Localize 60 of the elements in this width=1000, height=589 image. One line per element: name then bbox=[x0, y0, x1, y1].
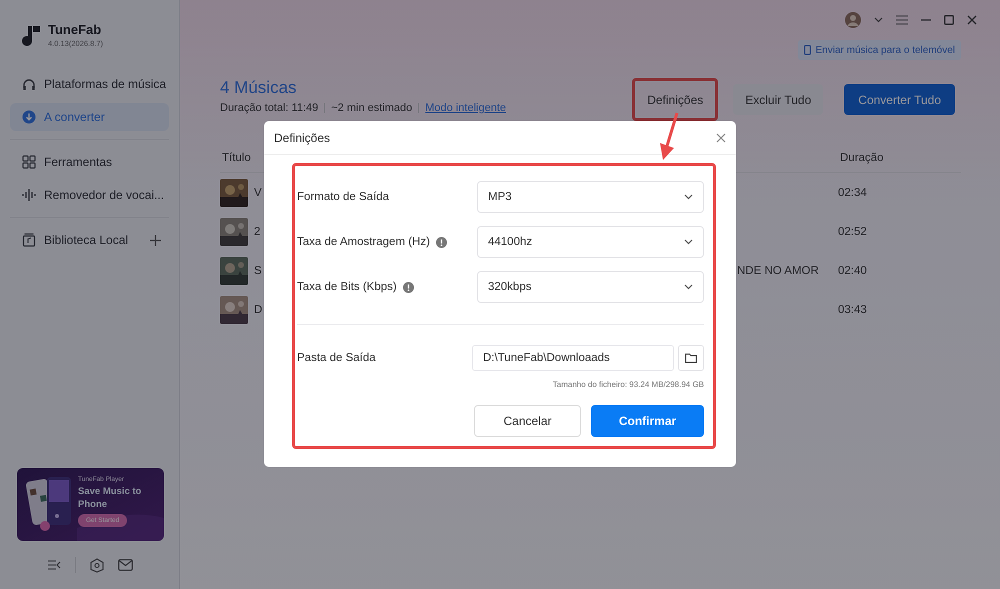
headphones-icon bbox=[22, 77, 36, 91]
collapse-icon[interactable] bbox=[46, 559, 60, 571]
field-label: Pasta de Saída bbox=[297, 352, 376, 364]
promo-headline: Save Music to Phone bbox=[78, 485, 142, 511]
track-title: V bbox=[254, 186, 262, 198]
chevron-down-icon bbox=[684, 284, 693, 290]
dropdown[interactable]: 320kbps bbox=[477, 271, 704, 303]
chevron-down-icon[interactable] bbox=[874, 17, 883, 23]
folder-path-field[interactable]: D:\TuneFab\Downloaads bbox=[472, 345, 674, 371]
mail-icon[interactable] bbox=[118, 559, 132, 571]
download-icon bbox=[22, 110, 36, 124]
track-duration: 02:40 bbox=[838, 264, 867, 276]
field-label: Taxa de Amostragem (Hz) bbox=[297, 236, 430, 248]
cancel-button[interactable]: Cancelar bbox=[474, 405, 581, 437]
dropdown[interactable]: MP3 bbox=[477, 181, 704, 213]
chevron-down-icon bbox=[684, 239, 693, 245]
sidebar-item[interactable]: Plataformas de música bbox=[10, 70, 169, 98]
send-to-phone-link[interactable]: Enviar música para o telemóvel bbox=[798, 40, 961, 60]
phone-icon bbox=[804, 45, 812, 55]
menu-icon[interactable] bbox=[896, 15, 908, 25]
column-header: Duração bbox=[840, 152, 884, 164]
total-duration: Duração total: 11:49 bbox=[220, 102, 318, 114]
close-icon[interactable] bbox=[716, 132, 726, 142]
grid-icon bbox=[22, 155, 36, 169]
estimate-text: ~2 min estimado bbox=[331, 102, 412, 114]
sidebar-item[interactable]: A converter bbox=[10, 103, 169, 131]
sidebar-item[interactable]: Ferramentas bbox=[10, 148, 169, 176]
track-duration: 02:34 bbox=[838, 186, 867, 198]
track-title: S bbox=[254, 264, 262, 276]
plus-icon[interactable] bbox=[150, 234, 161, 246]
track-duration: 03:43 bbox=[838, 304, 867, 316]
library-icon bbox=[22, 233, 36, 247]
convert-all-button[interactable]: Converter Tudo bbox=[844, 84, 955, 115]
waveform-icon bbox=[22, 188, 36, 202]
folder-icon bbox=[685, 353, 697, 363]
sidebar-item[interactable]: Removedor de vocai... bbox=[10, 181, 169, 209]
track-artist: NDE NO AMOR bbox=[737, 264, 819, 276]
confirm-button[interactable]: Confirmar bbox=[591, 405, 704, 437]
browse-folder-button[interactable] bbox=[678, 345, 704, 371]
column-header: Título bbox=[222, 152, 252, 164]
delete-all-button[interactable]: Excluir Tudo bbox=[733, 84, 824, 115]
dropdown[interactable]: 44100hz bbox=[477, 226, 704, 258]
track-duration: 02:52 bbox=[838, 226, 867, 238]
chevron-down-icon bbox=[684, 194, 693, 200]
page-title: 4 Músicas bbox=[220, 78, 298, 98]
settings-button[interactable]: Definições bbox=[638, 84, 712, 115]
field-label: Taxa de Bits (Kbps) bbox=[297, 281, 397, 293]
app-name: TuneFab bbox=[48, 22, 102, 37]
close-icon[interactable] bbox=[967, 15, 977, 25]
app-logo-icon bbox=[19, 24, 41, 46]
sidebar-item[interactable]: Biblioteca Local bbox=[10, 226, 169, 254]
settings-icon[interactable] bbox=[90, 558, 104, 572]
track-title: 2 bbox=[254, 226, 260, 238]
maximize-icon[interactable] bbox=[944, 15, 954, 25]
file-size-note: Tamanho do ficheiro: 93.24 MB/298.94 GB bbox=[552, 380, 704, 389]
avatar-icon[interactable] bbox=[845, 12, 861, 28]
dialog-title: Definições bbox=[274, 130, 330, 144]
field-label: Formato de Saída bbox=[297, 191, 390, 203]
smart-mode-link[interactable]: Modo inteligente bbox=[425, 102, 506, 114]
track-title: D bbox=[254, 304, 262, 316]
